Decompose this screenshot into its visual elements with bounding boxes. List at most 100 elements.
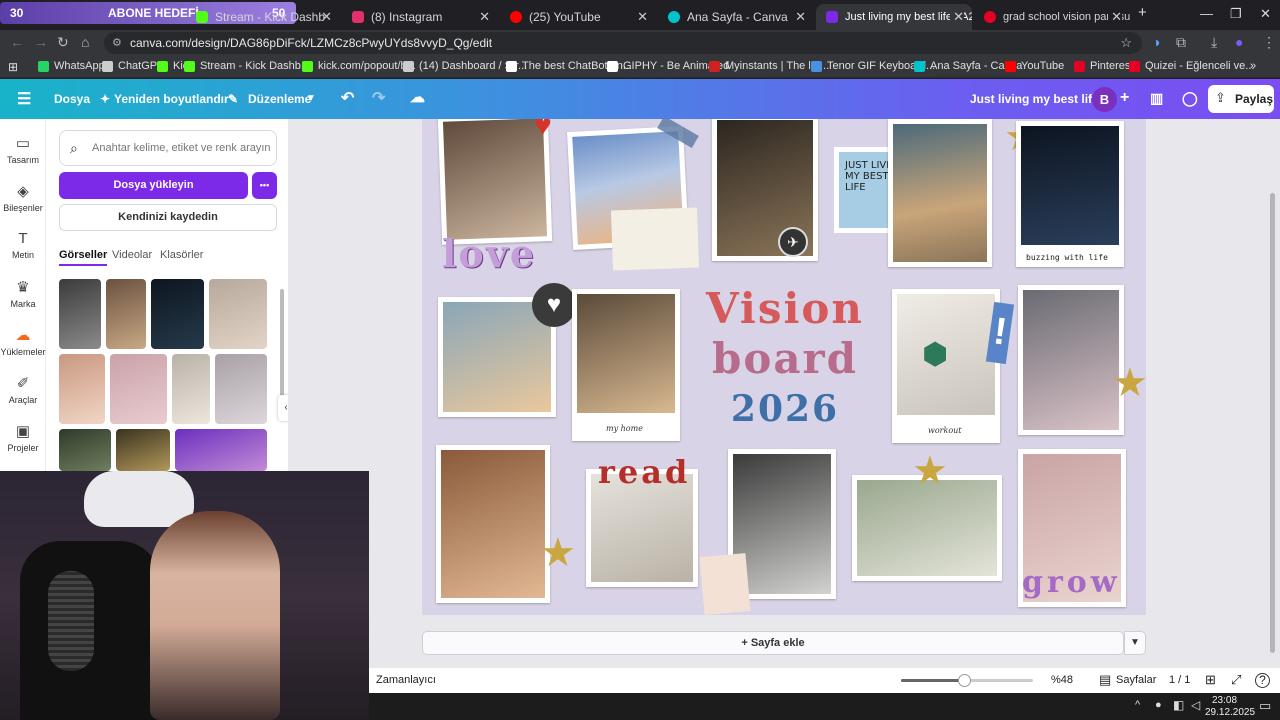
upload-thumbnail[interactable] [59, 429, 111, 471]
pages-button[interactable]: Sayfalar [1116, 674, 1156, 686]
tab-canva-design[interactable]: Just living my best life - A2 (Ya ✕ [816, 4, 972, 30]
vision-board-page[interactable]: ♥ love ✈ JUST LIVING MY BEST LIFE ★ buzz… [422, 119, 1146, 615]
close-icon[interactable]: ✕ [1108, 9, 1122, 25]
record-yourself-button[interactable]: Kendinizi kaydedin [59, 204, 277, 231]
bookmark-item[interactable]: ChatGPT [102, 60, 164, 72]
close-icon[interactable]: ✕ [950, 9, 964, 25]
volume-icon[interactable]: ◁ [1191, 698, 1200, 712]
bookmark-star-icon[interactable]: ☆ [1120, 32, 1132, 54]
bookmark-item[interactable]: Pinterest [1074, 60, 1133, 72]
upload-file-button[interactable]: Dosya yükleyin [59, 172, 248, 199]
apps-grid-icon[interactable]: ⊞ [8, 60, 18, 74]
tab-kick[interactable]: Stream - Kick Dashb ✕ [186, 4, 340, 30]
handwritten-note[interactable] [610, 207, 700, 271]
forward-icon[interactable]: → [34, 34, 48, 50]
concert-photo[interactable]: buzzing with life [1016, 121, 1124, 267]
upload-thumbnail[interactable] [172, 354, 210, 424]
panel-scrollbar[interactable] [280, 289, 284, 399]
upload-more-button[interactable]: ••• [252, 172, 277, 199]
help-icon[interactable]: ? [1255, 673, 1270, 688]
user-avatar[interactable]: B [1092, 87, 1117, 112]
cloud-saved-icon[interactable]: ☁ [410, 88, 425, 106]
zoom-slider[interactable] [901, 674, 1033, 687]
bookmark-item[interactable]: kick.com/popout/b... [302, 60, 416, 72]
rail-elements[interactable]: ◈ Bileşenler [0, 182, 46, 213]
network-icon[interactable]: ◧ [1173, 698, 1184, 712]
heart-badge-icon[interactable]: ♥ [532, 283, 576, 327]
upload-thumbnail[interactable] [59, 354, 105, 424]
more-bookmarks-icon[interactable]: » [1250, 60, 1256, 72]
search-input[interactable]: ⌕ Anahtar kelime, etiket ve renk arayın [59, 130, 277, 166]
comment-icon[interactable]: ◯ [1182, 90, 1198, 107]
rail-brand[interactable]: ♛ Marka [0, 278, 46, 309]
upload-thumbnail[interactable] [106, 279, 146, 349]
grow-sticker[interactable]: grow [1022, 565, 1121, 600]
clock-date[interactable]: 29.12.2025 [1205, 707, 1255, 718]
upload-thumbnail[interactable] [151, 279, 204, 349]
redo-icon[interactable]: ↷ [372, 88, 385, 108]
url-input[interactable]: canva.com/design/DAG86pDiFck/LZMCz8cPwyU… [104, 32, 1142, 54]
new-tab-plus-icon[interactable]: + [1138, 4, 1147, 21]
upload-thumbnail[interactable] [116, 429, 170, 471]
notification-icon[interactable]: ▭ [1259, 698, 1271, 714]
zoom-slider-handle[interactable] [958, 674, 972, 687]
rail-projects[interactable]: ▣ Projeler [0, 422, 46, 453]
home-icon[interactable]: ⌂ [81, 34, 89, 50]
drum-kit-photo[interactable] [1018, 285, 1124, 435]
timer-button[interactable]: Zamanlayıcı [376, 674, 436, 686]
puzzle-extensions-icon[interactable]: ⧉ [1176, 34, 1186, 51]
rail-tools[interactable]: ✐ Araçlar [0, 374, 46, 405]
tab-videos[interactable]: Videolar [112, 249, 152, 261]
chevron-down-icon[interactable]: ▼ [1124, 631, 1146, 655]
hamburger-menu-icon[interactable]: ☰ [17, 89, 31, 109]
add-page-button[interactable]: + Sayfa ekle [422, 631, 1124, 655]
gold-star-icon[interactable]: ★ [1112, 363, 1146, 403]
bookmark-item[interactable]: Quizei - Eğlenceli ve... [1129, 60, 1254, 72]
share-button[interactable]: ⇪ Paylaş [1208, 85, 1274, 113]
restore-icon[interactable]: ❐ [1230, 6, 1242, 22]
grid-view-icon[interactable]: ⊞ [1205, 672, 1216, 688]
close-window-icon[interactable]: ✕ [1260, 6, 1271, 22]
resize-button[interactable]: Yeniden boyutlandır [114, 92, 229, 106]
tab-youtube[interactable]: (25) YouTube ✕ [500, 4, 656, 30]
back-icon[interactable]: ← [10, 34, 24, 50]
download-icon[interactable]: ⤓ [1211, 34, 1217, 51]
beach-palm-photo[interactable] [888, 119, 992, 267]
close-icon[interactable]: ✕ [479, 9, 490, 25]
close-icon[interactable]: ✕ [795, 9, 806, 25]
tab-canva-home[interactable]: Ana Sayfa - Canva ✕ [658, 4, 814, 30]
upload-thumbnail[interactable] [215, 354, 267, 424]
upload-thumbnail[interactable] [209, 279, 267, 349]
clock-time[interactable]: 23:08 [1212, 695, 1237, 706]
design-title[interactable]: Just living my best life [970, 92, 1099, 106]
menu-dots-icon[interactable]: ⋮ [1262, 34, 1276, 51]
undo-icon[interactable]: ↶ [341, 88, 354, 108]
tab-instagram[interactable]: (8) Instagram ✕ [342, 4, 498, 30]
read-sticker[interactable]: read [598, 453, 690, 491]
fullscreen-icon[interactable]: ⤢ [1231, 672, 1241, 688]
upload-thumbnail[interactable] [175, 429, 267, 471]
bookmark-item[interactable]: YouTube [1005, 60, 1064, 72]
rail-design[interactable]: ▭ Tasarım [0, 134, 46, 165]
editing-mode-dropdown[interactable]: Düzenleme [248, 92, 311, 106]
bookmark-item[interactable]: WhatsApp [38, 60, 105, 72]
file-menu[interactable]: Dosya [54, 92, 90, 106]
rail-uploads[interactable]: ☁ Yüklemeler [0, 326, 46, 357]
earring-photo[interactable] [436, 445, 550, 603]
upload-thumbnail[interactable] [110, 354, 167, 424]
airplane-badge-icon[interactable]: ✈ [778, 227, 808, 257]
cozy-room-photo[interactable]: my home [572, 289, 680, 441]
gold-star-icon[interactable]: ★ [912, 451, 948, 491]
add-collaborator-icon[interactable]: + [1120, 89, 1129, 107]
microphone-icon[interactable]: ● [1155, 699, 1162, 711]
reload-icon[interactable]: ↻ [57, 34, 69, 51]
workspace-scrollbar[interactable] [1270, 193, 1275, 653]
handwritten-note[interactable] [699, 553, 751, 615]
site-info-icon[interactable]: ⚙ [112, 32, 122, 54]
dumbbells-photo[interactable]: ⬢ workout [892, 289, 1000, 443]
love-sticker[interactable]: love [442, 231, 536, 276]
analytics-icon[interactable]: ▥ [1150, 90, 1163, 107]
extension-icon[interactable]: ◑ [1152, 34, 1160, 50]
zoom-value[interactable]: %48 [1051, 674, 1073, 686]
tab-images[interactable]: Görseller [59, 249, 108, 266]
